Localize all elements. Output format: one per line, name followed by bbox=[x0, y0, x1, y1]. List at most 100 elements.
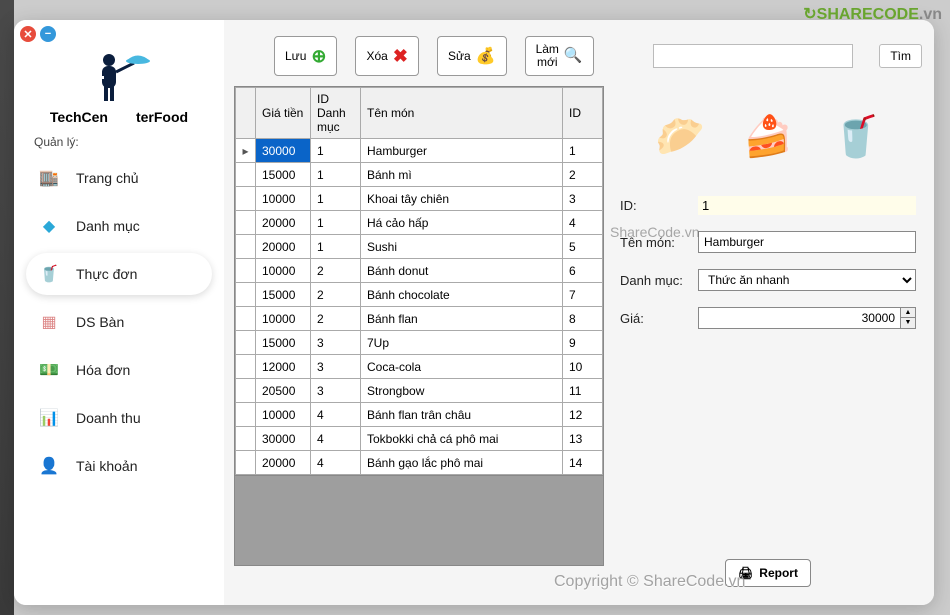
col-id[interactable]: ID bbox=[563, 88, 603, 139]
cell-cat[interactable]: 3 bbox=[311, 379, 361, 403]
col-name[interactable]: Tên món bbox=[361, 88, 563, 139]
cell-price[interactable]: 15000 bbox=[256, 163, 311, 187]
cell-name[interactable]: Sushi bbox=[361, 235, 563, 259]
cell-cat[interactable]: 2 bbox=[311, 259, 361, 283]
cell-price[interactable]: 20000 bbox=[256, 451, 311, 475]
cell-price[interactable]: 12000 bbox=[256, 355, 311, 379]
cell-name[interactable]: Tokbokki chả cá phô mai bbox=[361, 427, 563, 451]
minimize-icon[interactable]: − bbox=[40, 26, 56, 42]
cell-price[interactable]: 10000 bbox=[256, 307, 311, 331]
table-row[interactable]: 200001Sushi5 bbox=[236, 235, 603, 259]
cell-id[interactable]: 9 bbox=[563, 331, 603, 355]
table-row[interactable]: ▸300001Hamburger1 bbox=[236, 139, 603, 163]
cell-cat[interactable]: 1 bbox=[311, 235, 361, 259]
sidebar-item-revenue[interactable]: 📊 Doanh thu bbox=[26, 397, 212, 439]
cell-name[interactable]: 7Up bbox=[361, 331, 563, 355]
cell-id[interactable]: 5 bbox=[563, 235, 603, 259]
cell-name[interactable]: Bánh flan bbox=[361, 307, 563, 331]
cell-cat[interactable]: 2 bbox=[311, 283, 361, 307]
sidebar-item-home[interactable]: 🏬 Trang chủ bbox=[26, 157, 212, 199]
cell-id[interactable]: 12 bbox=[563, 403, 603, 427]
save-button[interactable]: Lưu ⊕ bbox=[274, 36, 337, 76]
menu-table[interactable]: Giá tiền ID Danh mục Tên món ID ▸300001H… bbox=[234, 86, 604, 566]
cell-name[interactable]: Bánh flan trân châu bbox=[361, 403, 563, 427]
cell-cat[interactable]: 1 bbox=[311, 163, 361, 187]
cell-id[interactable]: 7 bbox=[563, 283, 603, 307]
name-input[interactable] bbox=[698, 231, 916, 253]
table-row[interactable]: 120003Coca-cola10 bbox=[236, 355, 603, 379]
cell-cat[interactable]: 1 bbox=[311, 139, 361, 163]
table-row[interactable]: 100004Bánh flan trân châu12 bbox=[236, 403, 603, 427]
close-icon[interactable]: ✕ bbox=[20, 26, 36, 42]
cell-name[interactable]: Bánh gạo lắc phô mai bbox=[361, 451, 563, 475]
table-row[interactable]: 205003Strongbow11 bbox=[236, 379, 603, 403]
id-value: 1 bbox=[698, 196, 916, 215]
cell-name[interactable]: Khoai tây chiên bbox=[361, 187, 563, 211]
refresh-button[interactable]: Làm mới 🔍 bbox=[525, 36, 594, 76]
search-input[interactable] bbox=[653, 44, 853, 68]
sidebar-item-label: Hóa đơn bbox=[76, 362, 130, 378]
cell-cat[interactable]: 1 bbox=[311, 187, 361, 211]
cell-price[interactable]: 30000 bbox=[256, 427, 311, 451]
delete-button[interactable]: Xóa ✖ bbox=[355, 36, 418, 76]
cell-price[interactable]: 10000 bbox=[256, 403, 311, 427]
cell-cat[interactable]: 4 bbox=[311, 403, 361, 427]
cell-name[interactable]: Strongbow bbox=[361, 379, 563, 403]
cell-id[interactable]: 14 bbox=[563, 451, 603, 475]
cell-price[interactable]: 10000 bbox=[256, 259, 311, 283]
table-row[interactable]: 100001Khoai tây chiên3 bbox=[236, 187, 603, 211]
cell-id[interactable]: 6 bbox=[563, 259, 603, 283]
table-row[interactable]: 150002Bánh chocolate7 bbox=[236, 283, 603, 307]
cell-id[interactable]: 8 bbox=[563, 307, 603, 331]
cell-id[interactable]: 11 bbox=[563, 379, 603, 403]
cell-cat[interactable]: 3 bbox=[311, 331, 361, 355]
col-category[interactable]: ID Danh mục bbox=[311, 88, 361, 139]
cell-id[interactable]: 13 bbox=[563, 427, 603, 451]
cell-name[interactable]: Há cảo hấp bbox=[361, 211, 563, 235]
cell-cat[interactable]: 4 bbox=[311, 451, 361, 475]
sidebar-item-category[interactable]: ◆ Danh mục bbox=[26, 205, 212, 247]
cell-id[interactable]: 10 bbox=[563, 355, 603, 379]
cell-id[interactable]: 1 bbox=[563, 139, 603, 163]
cell-cat[interactable]: 2 bbox=[311, 307, 361, 331]
cell-id[interactable]: 3 bbox=[563, 187, 603, 211]
price-input[interactable] bbox=[698, 307, 901, 329]
cell-price[interactable]: 15000 bbox=[256, 283, 311, 307]
cell-name[interactable]: Coca-cola bbox=[361, 355, 563, 379]
user-icon: 👤 bbox=[40, 457, 58, 475]
cell-cat[interactable]: 3 bbox=[311, 355, 361, 379]
cell-price[interactable]: 20500 bbox=[256, 379, 311, 403]
cell-name[interactable]: Hamburger bbox=[361, 139, 563, 163]
sidebar-item-account[interactable]: 👤 Tài khoản bbox=[26, 445, 212, 487]
table-row[interactable]: 100002Bánh donut6 bbox=[236, 259, 603, 283]
x-icon: ✖ bbox=[393, 46, 408, 67]
edit-button[interactable]: Sửa 💰 bbox=[437, 36, 507, 76]
cell-name[interactable]: Bánh mì bbox=[361, 163, 563, 187]
sidebar-item-menu[interactable]: 🥤 Thực đơn bbox=[26, 253, 212, 295]
table-row[interactable]: 300004Tokbokki chả cá phô mai13 bbox=[236, 427, 603, 451]
search-button[interactable]: Tìm bbox=[879, 44, 922, 68]
table-row[interactable]: 1500037Up9 bbox=[236, 331, 603, 355]
cell-price[interactable]: 20000 bbox=[256, 235, 311, 259]
table-row[interactable]: 200001Há cảo hấp4 bbox=[236, 211, 603, 235]
cell-price[interactable]: 20000 bbox=[256, 211, 311, 235]
table-row[interactable]: 100002Bánh flan8 bbox=[236, 307, 603, 331]
row-indicator bbox=[236, 235, 256, 259]
cell-id[interactable]: 2 bbox=[563, 163, 603, 187]
table-row[interactable]: 200004Bánh gạo lắc phô mai14 bbox=[236, 451, 603, 475]
spinner-down-icon[interactable]: ▼ bbox=[901, 318, 915, 328]
spinner-up-icon[interactable]: ▲ bbox=[901, 308, 915, 318]
cell-price[interactable]: 10000 bbox=[256, 187, 311, 211]
cell-name[interactable]: Bánh chocolate bbox=[361, 283, 563, 307]
sidebar-item-tables[interactable]: ▦ DS Bàn bbox=[26, 301, 212, 343]
cell-price[interactable]: 15000 bbox=[256, 331, 311, 355]
col-price[interactable]: Giá tiền bbox=[256, 88, 311, 139]
cell-price[interactable]: 30000 bbox=[256, 139, 311, 163]
sidebar-item-invoice[interactable]: 💵 Hóa đơn bbox=[26, 349, 212, 391]
category-select[interactable]: Thức ăn nhanh bbox=[698, 269, 916, 291]
cell-name[interactable]: Bánh donut bbox=[361, 259, 563, 283]
cell-cat[interactable]: 4 bbox=[311, 427, 361, 451]
table-row[interactable]: 150001Bánh mì2 bbox=[236, 163, 603, 187]
cell-id[interactable]: 4 bbox=[563, 211, 603, 235]
cell-cat[interactable]: 1 bbox=[311, 211, 361, 235]
